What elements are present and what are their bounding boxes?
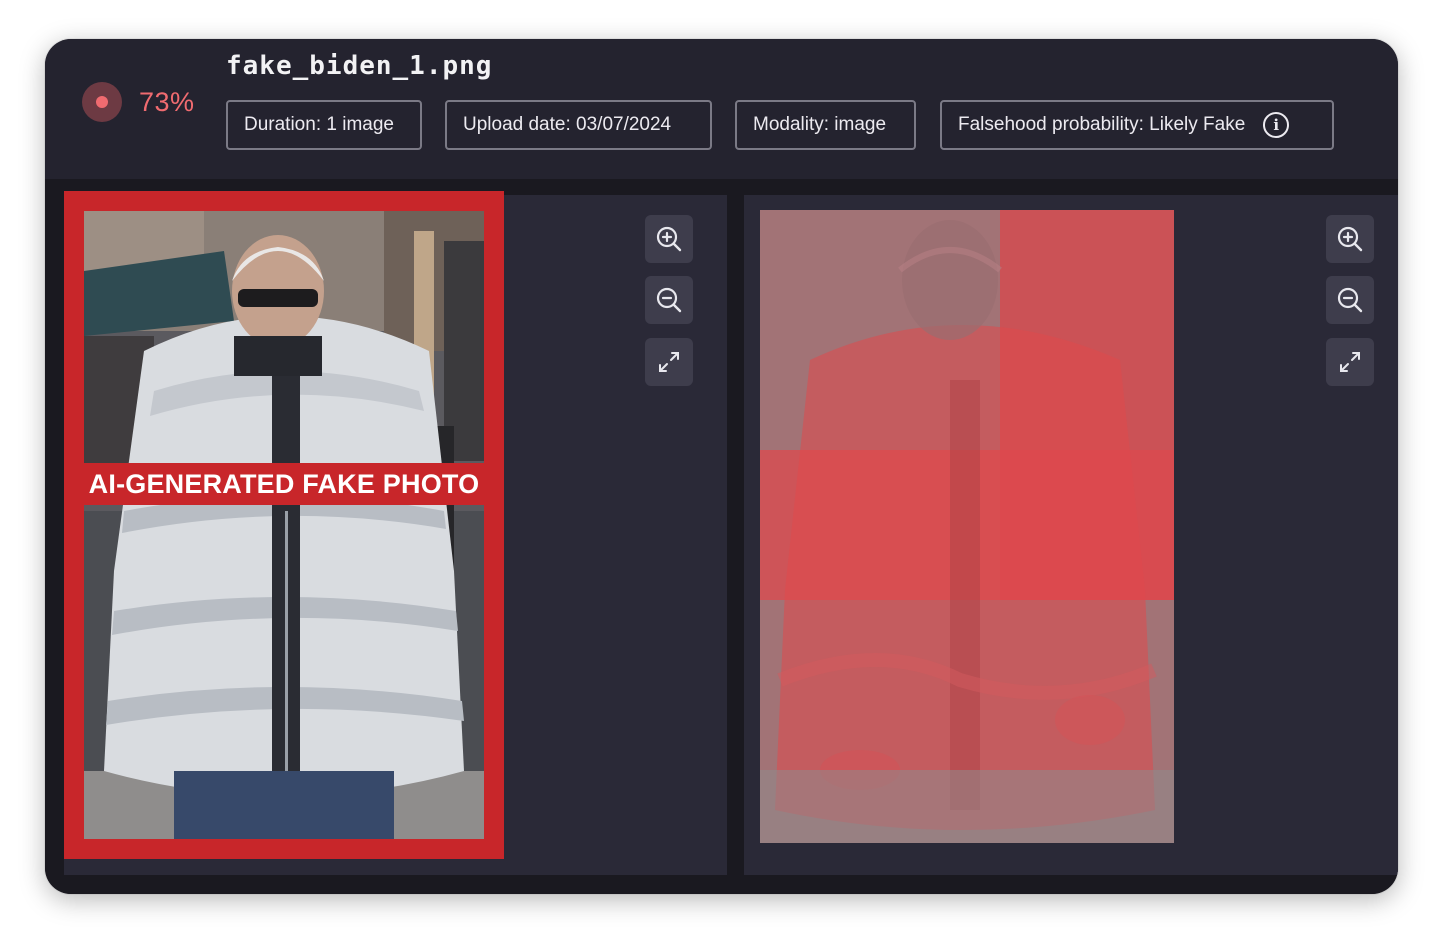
right-zoom-out-button[interactable]: [1326, 276, 1374, 324]
image-red-frame: AI-GENERATED FAKE PHOTO: [64, 191, 504, 859]
left-zoom-in-button[interactable]: [645, 215, 693, 263]
duration-label: Duration: 1 image: [244, 114, 394, 135]
manipulation-heatmap: [760, 210, 1174, 843]
right-zoom-in-button[interactable]: [1326, 215, 1374, 263]
duration-chip: Duration: 1 image: [226, 100, 422, 150]
zoom-in-icon: [656, 226, 682, 252]
upload-date-chip: Upload date: 03/07/2024: [445, 100, 712, 150]
zoom-in-icon: [1337, 226, 1363, 252]
analysis-window: 73% fake_biden_1.png Duration: 1 image U…: [45, 39, 1398, 894]
record-dot-icon: [82, 82, 122, 122]
left-zoom-out-button[interactable]: [645, 276, 693, 324]
original-image-panel: AI-GENERATED FAKE PHOTO: [64, 191, 727, 875]
heatmap-panel: [744, 195, 1398, 875]
heatmap-illustration: [760, 210, 1174, 843]
header: 73% fake_biden_1.png Duration: 1 image U…: [45, 39, 1398, 179]
zoom-out-icon: [656, 287, 682, 313]
upload-date-label: Upload date: 03/07/2024: [463, 114, 672, 135]
modality-chip: Modality: image: [735, 100, 916, 150]
modality-label: Modality: image: [753, 114, 887, 135]
expand-icon: [659, 352, 679, 372]
right-expand-button[interactable]: [1326, 338, 1374, 386]
expand-icon: [1340, 352, 1360, 372]
file-title: fake_biden_1.png: [226, 51, 493, 81]
photo-illustration: [84, 211, 484, 839]
falsehood-chip: Falsehood probability: Likely Fake i: [940, 100, 1334, 150]
fake-photo-banner: AI-GENERATED FAKE PHOTO: [64, 463, 504, 505]
fake-score: 73%: [139, 87, 195, 117]
zoom-out-icon: [1337, 287, 1363, 313]
content-area: AI-GENERATED FAKE PHOTO: [45, 179, 1398, 894]
falsehood-label: Falsehood probability: Likely Fake: [958, 114, 1246, 135]
info-icon[interactable]: i: [1263, 112, 1290, 138]
original-photo: [84, 211, 484, 839]
left-expand-button[interactable]: [645, 338, 693, 386]
